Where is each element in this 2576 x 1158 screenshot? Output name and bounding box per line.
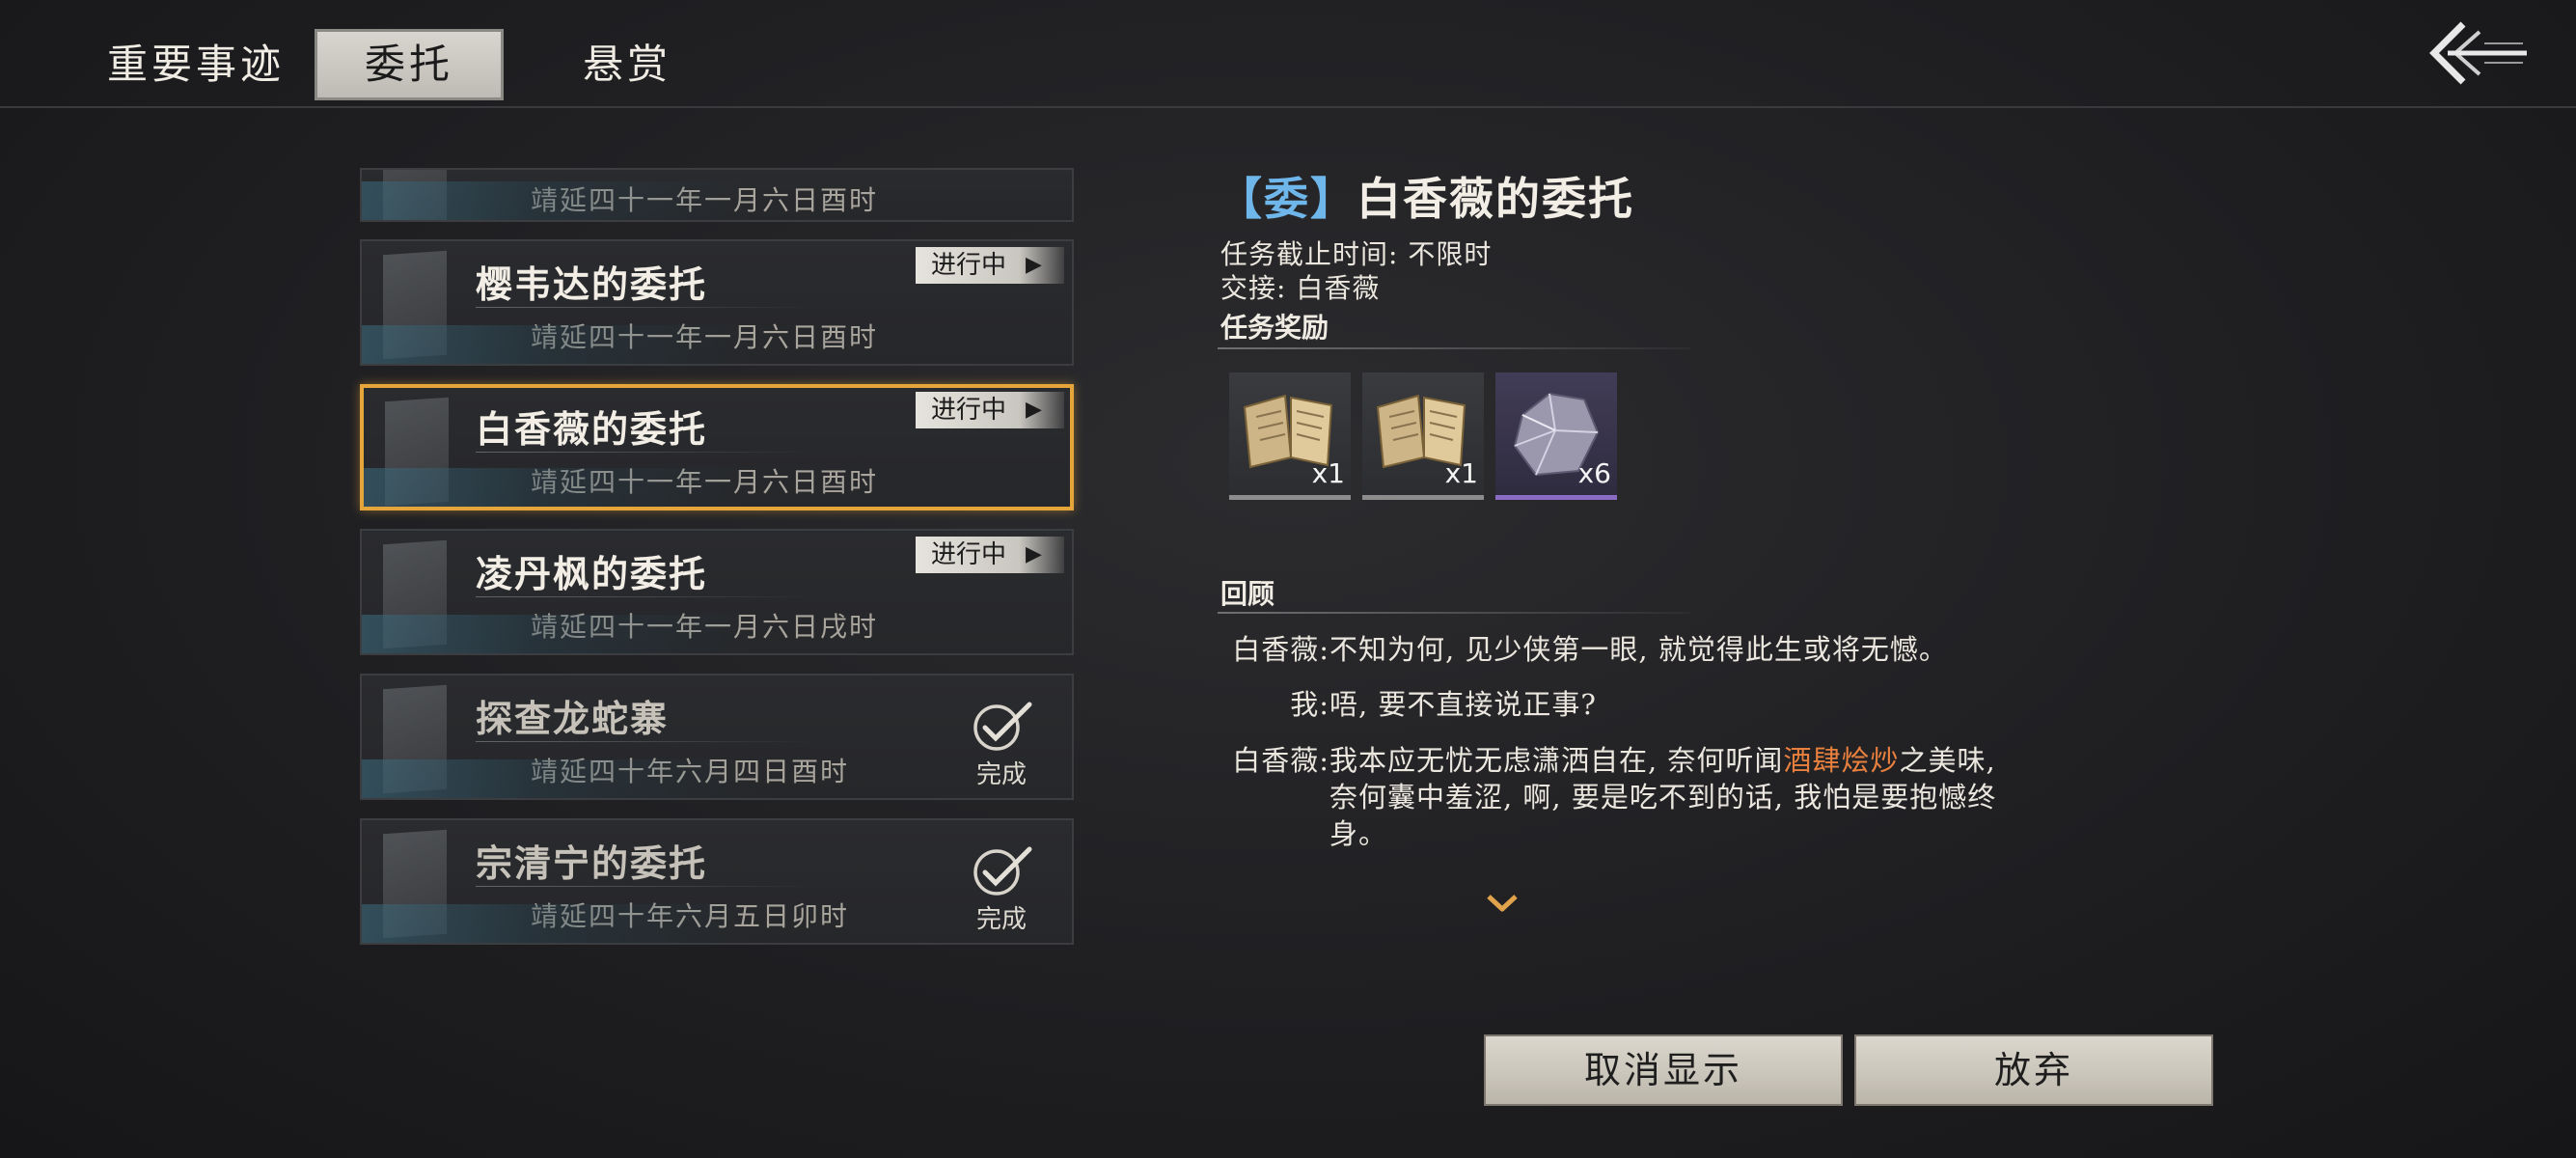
status-label: 完成 [975,760,1027,789]
reward-slot[interactable]: x1 [1362,372,1484,500]
quest-list-item[interactable]: 宗清宁的委托 靖延四十年六月五日卯时 完成 [360,818,1074,945]
rewards-label: 任务奖励 [1220,312,1329,344]
quest-date: 靖延四十一年一月六日戌时 [531,611,879,643]
quest-date: 靖延四十一年一月六日酉时 [531,184,879,216]
quest-title: 探查龙蛇寨 [476,697,670,740]
divider [476,307,813,308]
tab-important-deeds[interactable]: 重要事迹 [104,29,288,100]
handover-text: 交接: 白香薇 [1220,272,1381,304]
completed-badge: 完成 [968,699,1035,790]
letter-paper-icon [383,829,447,939]
status-in-progress-tag: 进行中 ▶ [916,537,1064,573]
divider [476,596,813,597]
quest-list-item[interactable]: 樱韦达的委托 靖延四十一年一月六日酉时 进行中 ▶ [360,239,1074,366]
dialogue-text: 不知为何, 见少侠第一眼, 就觉得此生或将无憾。 [1329,633,1948,666]
quest-list-item-selected[interactable]: 白香薇的委托 靖延四十一年一月六日酉时 进行中 ▶ [360,384,1074,510]
review-label: 回顾 [1220,578,1275,610]
quest-title: 樱韦达的委托 [476,262,708,306]
divider [1218,612,1690,614]
status-in-progress-tag: 进行中 ▶ [916,392,1064,428]
quest-list-item[interactable]: 靖延四十一年一月六日酉时 [360,168,1074,222]
dialogue-speaker: 白香薇: [1232,744,1329,777]
reward-qty: x1 [1444,457,1478,489]
status-label: 完成 [975,905,1027,934]
dialogue-highlight: 酒肆烩炒 [1783,744,1900,777]
dialogue-line: 白香薇: 我本应无忧无虑潇洒自在, 奈何听闻酒肆烩炒之美味, 奈何囊中羞涩, 啊… [1232,742,2063,852]
completed-badge: 完成 [968,843,1035,935]
dialogue-speaker: 白香薇: [1232,633,1329,666]
abandon-button[interactable]: 放弃 [1854,1034,2213,1106]
quest-date: 靖延四十一年一月六日酉时 [531,321,879,353]
quest-type-tag: 【委】 [1218,173,1357,225]
dialogue-line: 我: 唔, 要不直接说正事? [1290,686,2043,723]
tab-bounties[interactable]: 悬赏 [569,29,685,100]
quest-date: 靖延四十年六月四日酉时 [531,756,850,787]
reward-slot[interactable]: x1 [1229,372,1351,500]
quest-date: 靖延四十一年一月六日酉时 [531,466,879,498]
dialogue-text: 身。 [1329,817,1388,850]
quest-list-item[interactable]: 探查龙蛇寨 靖延四十年六月四日酉时 完成 [360,674,1074,800]
reward-slot[interactable]: x6 [1495,372,1617,500]
status-label: 进行中 [931,396,1007,425]
quest-date: 靖延四十年六月五日卯时 [531,900,850,932]
detail-title: 【委】白香薇的委托 [1218,164,1634,228]
play-arrow-icon: ▶ [1026,398,1042,422]
dialogue-line: 白香薇: 不知为何, 见少侠第一眼, 就觉得此生或将无憾。 [1232,631,2043,668]
divider [476,452,813,453]
divider [476,741,813,742]
quest-list-item[interactable]: 凌丹枫的委托 靖延四十一年一月六日戌时 进行中 ▶ [360,529,1074,655]
reward-qty: x6 [1577,457,1611,489]
back-button[interactable] [2426,14,2533,92]
dialogue-speaker: 我: [1290,688,1329,721]
deadline-text: 任务截止时间: 不限时 [1220,238,1493,270]
status-in-progress-tag: 进行中 ▶ [916,247,1064,284]
status-label: 进行中 [931,251,1007,280]
quest-name: 白香薇的委托 [1357,173,1634,225]
checkmark-circle-icon [973,702,1032,751]
dialogue-text: 唔, 要不直接说正事? [1329,688,1597,721]
dialogue-text: 我本应无忧无虑潇洒自在, 奈何听闻 [1329,744,1784,777]
back-arrow-icon [2429,21,2527,85]
letter-paper-icon [385,397,449,507]
quest-screen: 重要事迹 委托 悬赏 靖延四十一年一月六日酉时 樱韦达的委托 靖延四十一年一月六… [0,0,2576,1158]
dialogue-text: 奈何囊中羞涩, 啊, 要是吃不到的话, 我怕是要抱憾终 [1329,781,1997,813]
play-arrow-icon: ▶ [1026,253,1042,277]
letter-paper-icon [383,170,447,220]
chevron-down-icon[interactable] [1486,893,1519,914]
dialogue-text: 之美味, [1899,744,1996,777]
divider [1218,347,1690,349]
quest-title: 宗清宁的委托 [476,841,708,885]
letter-paper-icon [383,684,447,794]
status-label: 进行中 [931,540,1007,569]
quest-title: 凌丹枫的委托 [476,552,708,595]
letter-paper-icon [383,250,447,360]
letter-paper-icon [383,539,447,649]
top-tab-bar: 重要事迹 委托 悬赏 [0,0,2576,108]
tab-commissions[interactable]: 委托 [315,29,504,100]
quest-title: 白香薇的委托 [476,407,708,451]
play-arrow-icon: ▶ [1026,542,1042,566]
cancel-display-button[interactable]: 取消显示 [1484,1034,1843,1106]
checkmark-circle-icon [973,846,1032,896]
divider [476,886,813,887]
reward-qty: x1 [1311,457,1345,489]
